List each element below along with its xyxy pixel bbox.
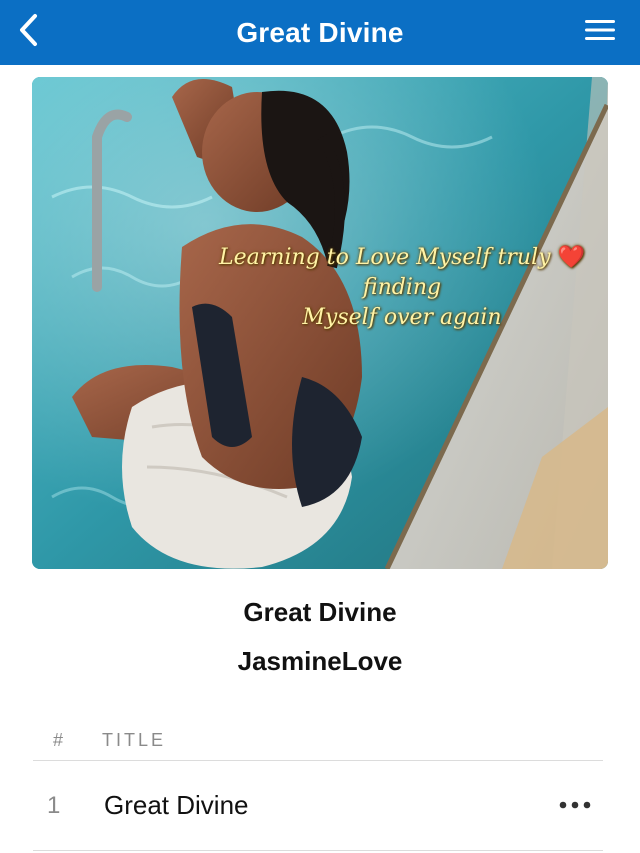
overlay-line-1: Learning to Love Myself truly — [219, 245, 551, 270]
album-artist[interactable]: JasmineLove — [0, 646, 640, 677]
page-title: Great Divine — [236, 16, 404, 48]
hamburger-menu-icon — [584, 19, 616, 46]
menu-button[interactable] — [560, 0, 640, 65]
track-title: Great Divine — [104, 790, 249, 820]
overlay-line-2: finding — [362, 275, 442, 300]
back-button[interactable] — [0, 0, 56, 65]
track-list-header: # TITLE — [33, 722, 603, 761]
heart-icon: ❤️ — [557, 245, 585, 270]
artwork-overlay-caption: Learning to Love Myself truly ❤️ finding… — [207, 243, 597, 333]
more-horizontal-icon — [559, 796, 591, 814]
column-header-number: # — [53, 730, 65, 750]
app-screen: Great Divine Learning to Love Myself tru… — [0, 0, 640, 853]
header-bar: Great Divine — [0, 0, 640, 65]
track-row[interactable]: 1 Great Divine — [33, 762, 603, 851]
album-artwork: Learning to Love Myself truly ❤️ finding… — [32, 77, 608, 569]
overlay-line-3: Myself over again — [302, 305, 502, 330]
album-title: Great Divine — [243, 597, 397, 627]
chevron-left-icon — [17, 13, 39, 52]
track-number: 1 — [47, 792, 61, 819]
column-header-title: TITLE — [102, 730, 167, 750]
track-more-button[interactable] — [555, 790, 595, 820]
